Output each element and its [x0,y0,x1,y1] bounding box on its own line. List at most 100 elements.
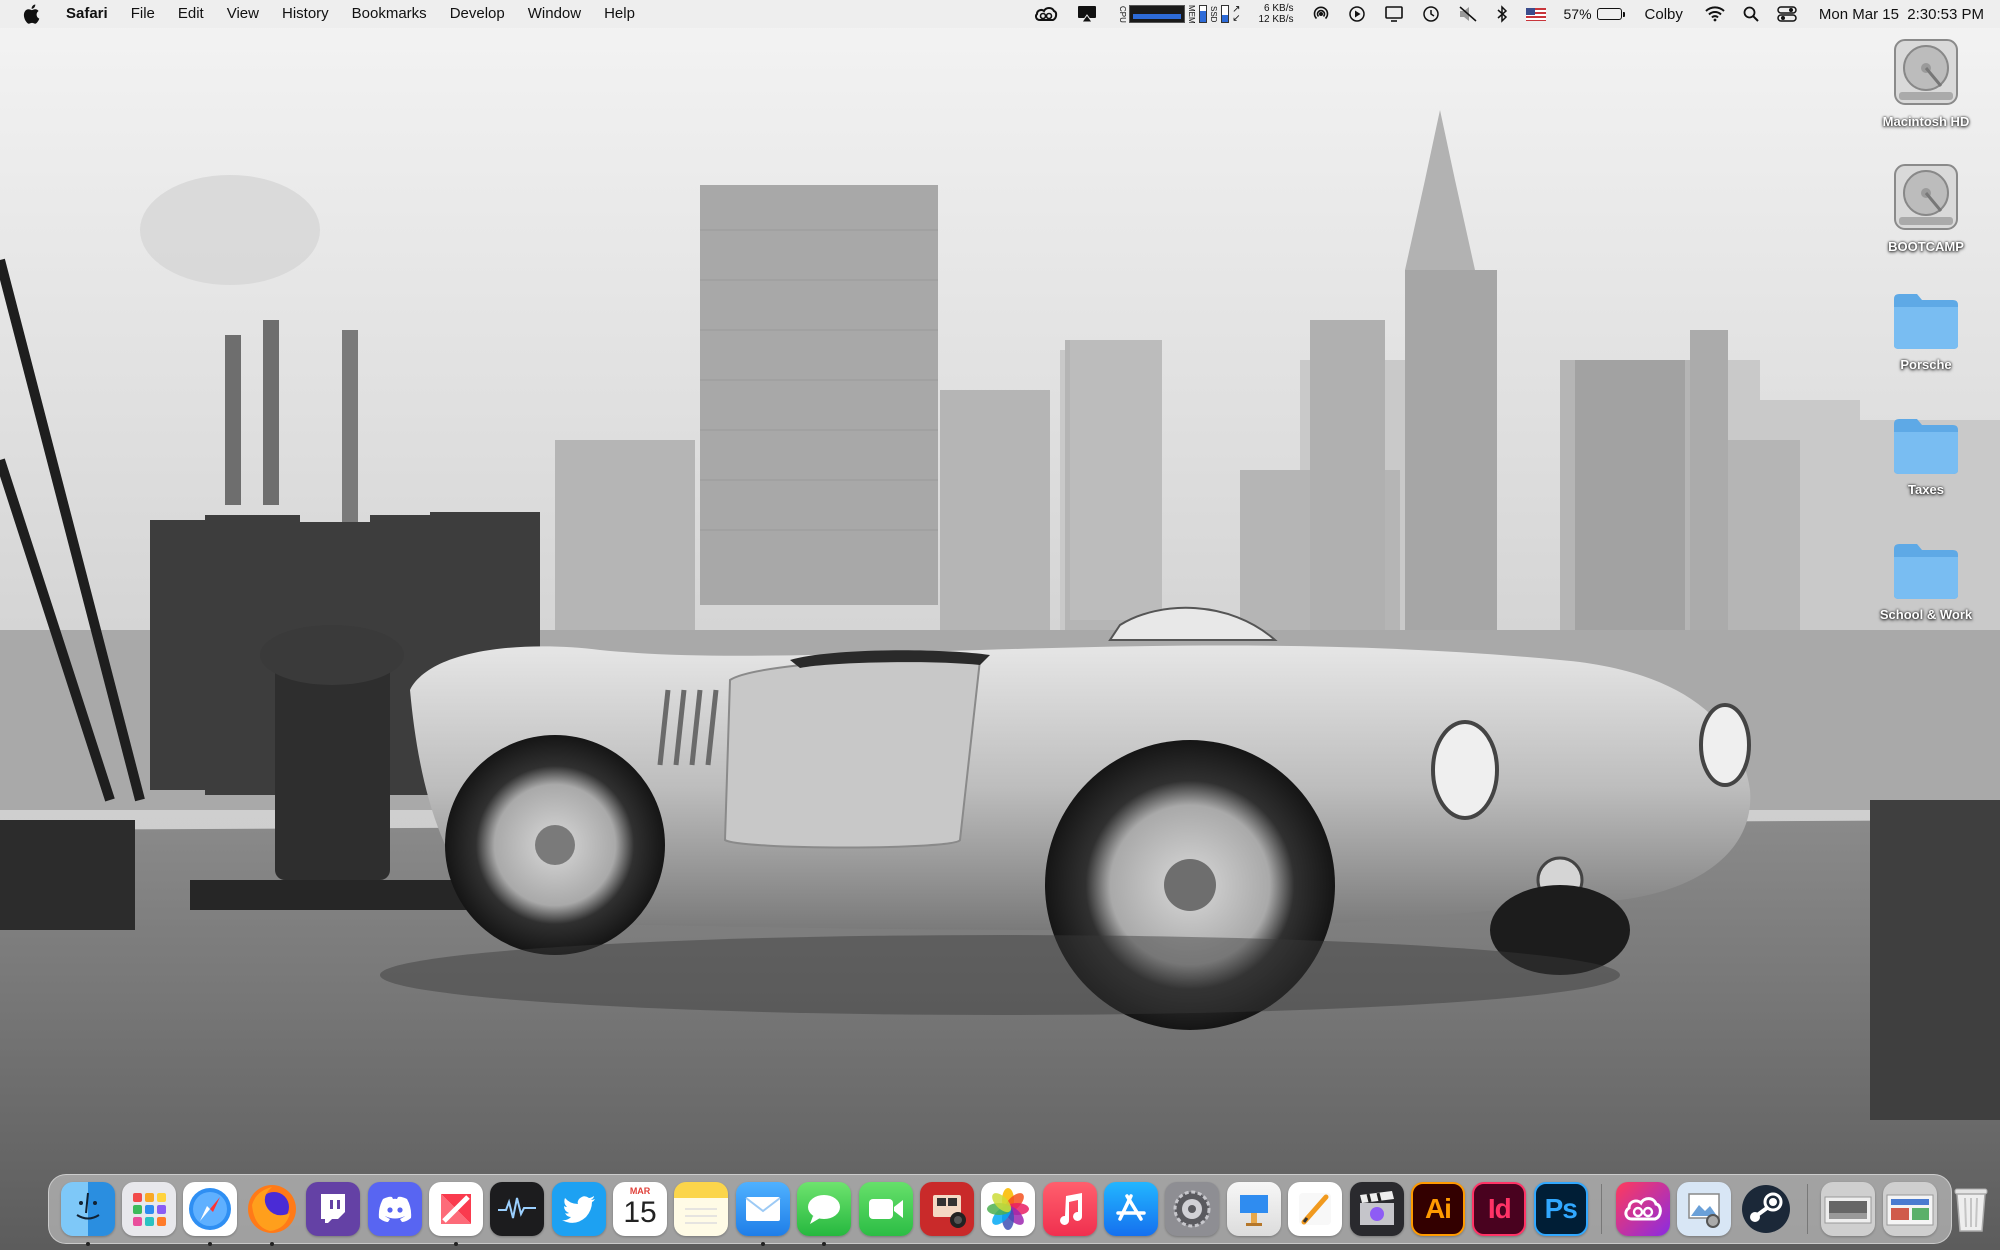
dock-final-cut-pro[interactable] [1349,1182,1404,1236]
cpu-label: CPU [1118,5,1128,23]
menu-app-name[interactable]: Safari [66,0,108,28]
preview-icon [1688,1193,1721,1228]
running-indicator [760,1242,765,1246]
dock-preview[interactable] [1677,1182,1732,1236]
bluetooth-icon[interactable] [1496,0,1508,28]
spotlight-search-icon[interactable] [1743,0,1759,28]
battery-icon [1596,8,1625,20]
dock-messages[interactable] [797,1182,852,1246]
time-machine-icon[interactable] [1422,0,1440,28]
play-icon[interactable] [1348,0,1366,28]
finder-face-icon [76,1192,100,1220]
desktop-icon-label: Macintosh HD [1882,114,1970,129]
menu-clock[interactable]: Mon Mar 15 2:30:53 PM [1819,0,1984,28]
dock-steam[interactable] [1739,1182,1793,1236]
running-indicator [85,1242,90,1246]
desktop-icon-porsche-folder[interactable]: Porsche [1871,291,1981,372]
dock-photoshop[interactable]: Ps [1533,1182,1588,1236]
photo-booth-icon [932,1195,966,1228]
running-indicator [269,1242,274,1246]
desktop-icon-macintosh-hd[interactable]: Macintosh HD [1871,36,1981,129]
dock-creative-cloud[interactable] [1616,1182,1671,1236]
app-store-icon [1116,1194,1146,1221]
mem-label: MEM [1187,4,1197,24]
dock-activity-monitor[interactable] [490,1182,545,1236]
dock-twitter[interactable] [551,1182,606,1236]
creative-cloud-icon[interactable] [1034,0,1058,28]
dock-photos[interactable] [981,1182,1036,1236]
menu-file[interactable]: File [131,0,155,28]
dock-documents-stack[interactable] [1882,1182,1937,1236]
hard-drive-icon [1894,39,1958,105]
launchpad-grid-icon [133,1193,167,1226]
dock-illustrator[interactable]: Ai [1410,1182,1465,1236]
menu-bar-left: Safari File Edit View History Bookmarks … [20,0,658,28]
dock-calendar[interactable]: MAR 15 [613,1182,668,1236]
airplay-menu-icon[interactable] [1076,0,1098,28]
us-flag-icon[interactable] [1525,0,1546,28]
mem-bar [1199,5,1208,23]
dock-separator [1601,1184,1603,1234]
notes-icon [685,1208,718,1224]
network-up: 6 KB/s [1264,3,1294,14]
battery-percent: 57% [1563,6,1592,22]
stack-thumbnail-icon [1886,1194,1934,1226]
hard-drive-icon [1894,164,1958,230]
battery-status[interactable]: 57% [1564,0,1625,28]
menu-bookmarks[interactable]: Bookmarks [352,0,427,28]
dock-safari[interactable] [183,1182,238,1246]
menu-view[interactable]: View [227,0,259,28]
dock-indesign[interactable]: Id [1472,1182,1527,1236]
desktop-icon-label: BOOTCAMP [1888,239,1964,254]
dock-discord[interactable] [367,1182,422,1236]
user-name[interactable]: Colby [1645,0,1683,28]
dock-news[interactable] [428,1182,483,1246]
airdrop-icon[interactable] [1312,0,1330,28]
cpu-monitor[interactable]: CPU MEM SSD ↗ ↙ [1116,0,1240,28]
dock-photo-booth[interactable] [919,1182,974,1236]
dock-facetime[interactable] [858,1182,913,1236]
dock-music[interactable] [1042,1182,1097,1236]
desktop-icon-taxes-folder[interactable]: Taxes [1871,416,1981,497]
dock: MAR 15 Ai Id Ps [48,1174,1988,1246]
calendar-month: MAR [629,1186,651,1196]
running-indicator [453,1242,458,1246]
menu-bar-right: CPU MEM SSD ↗ ↙ 6 KB/s 12 KB/s 57% Colby… [1016,0,1984,28]
activity-monitor-icon [498,1197,537,1219]
trash-can-icon [1954,1188,1988,1232]
messages-bubble-icon [808,1195,841,1224]
menu-help[interactable]: Help [604,0,635,28]
dock-app-store[interactable] [1104,1182,1159,1236]
apple-logo-icon[interactable] [20,3,42,25]
mute-icon[interactable] [1458,0,1478,28]
dock-launchpad[interactable] [122,1182,177,1236]
menu-develop[interactable]: Develop [450,0,505,28]
display-icon[interactable] [1384,0,1404,28]
menu-history[interactable]: History [282,0,329,28]
dock-firefox[interactable] [245,1182,299,1246]
dock-notes[interactable] [674,1182,729,1236]
dock-twitch[interactable] [306,1182,361,1236]
dock-mail[interactable] [735,1182,790,1246]
dock-finder[interactable] [60,1182,115,1246]
music-note-icon [1059,1193,1082,1225]
wifi-icon[interactable] [1705,0,1725,28]
dock-pages[interactable] [1288,1182,1343,1236]
dock-keynote[interactable] [1226,1182,1281,1236]
network-speed[interactable]: 6 KB/s 12 KB/s [1258,0,1293,28]
menu-window[interactable]: Window [528,0,581,28]
dock-downloads-stack[interactable] [1821,1182,1876,1236]
dock-trash[interactable] [1944,1182,1998,1236]
wallpaper-porsche-image [0,0,2000,1250]
facetime-camera-icon [868,1199,903,1219]
dock-system-preferences[interactable] [1165,1182,1220,1236]
keynote-podium-icon [1239,1195,1268,1226]
desktop-icon-bootcamp[interactable]: BOOTCAMP [1871,161,1981,254]
ssd-label: SSD [1209,5,1219,23]
control-center-icon[interactable] [1777,0,1797,28]
gear-icon [1173,1190,1211,1228]
menu-edit[interactable]: Edit [178,0,204,28]
twitch-icon [321,1194,346,1223]
folder-icon [1894,419,1958,474]
desktop-icon-school-work-folder[interactable]: School & Work [1871,541,1981,622]
